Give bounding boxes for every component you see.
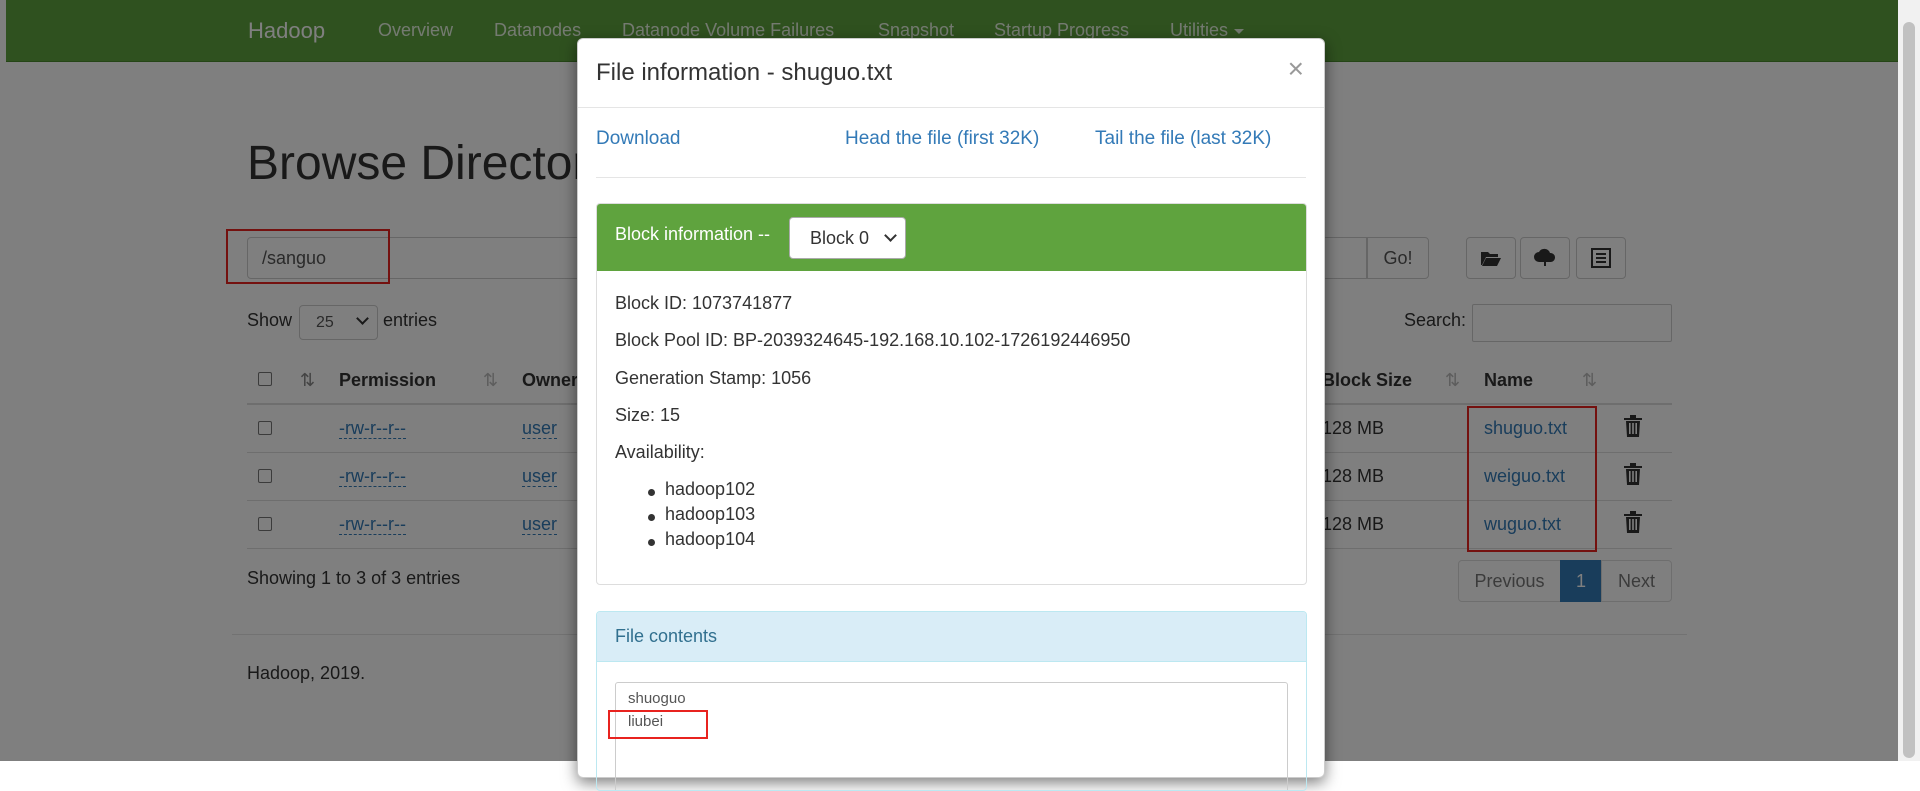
block-info-header: Block information -- Block 0: [597, 204, 1306, 271]
block-info-panel: Block information -- Block 0 Block ID: 1…: [596, 203, 1307, 585]
host-item: hadoop103: [665, 504, 756, 524]
file-info-modal: File information - shuguo.txt × Download…: [577, 38, 1325, 791]
modal-header-divider: [578, 107, 1324, 108]
block-info-label: Block information --: [615, 224, 771, 244]
bullet-icon: [648, 539, 655, 546]
head-file-link[interactable]: Head the file (first 32K): [845, 128, 1039, 150]
download-link[interactable]: Download: [596, 128, 681, 150]
annotation-box: [608, 710, 708, 739]
block-id: Block ID: 1073741877: [615, 293, 793, 313]
block-size-info: Size: 15: [615, 405, 681, 425]
scrollbar-thumb[interactable]: [1903, 22, 1915, 758]
block-select[interactable]: Block 0: [789, 217, 906, 259]
file-contents-label: File contents: [615, 626, 718, 646]
file-contents-textarea[interactable]: shuoguo liubei: [615, 682, 1288, 790]
file-contents-panel: File contents shuoguo liubei: [596, 611, 1307, 791]
links-divider: [596, 177, 1306, 178]
chevron-down-icon: [884, 229, 897, 242]
host-item: hadoop104: [665, 529, 756, 549]
host-item: hadoop102: [665, 479, 756, 499]
page-scrollbar[interactable]: [1898, 0, 1920, 761]
bullet-icon: [648, 489, 655, 496]
block-select-value: Block 0: [810, 228, 870, 248]
generation-stamp: Generation Stamp: 1056: [615, 368, 812, 388]
content-line: shuoguo: [628, 690, 686, 707]
tail-file-link[interactable]: Tail the file (last 32K): [1095, 128, 1271, 150]
modal-title: File information - shuguo.txt: [596, 59, 893, 86]
close-icon[interactable]: ×: [1288, 55, 1304, 83]
block-pool-id: Block Pool ID: BP-2039324645-192.168.10.…: [615, 330, 1131, 350]
file-contents-header: File contents: [597, 612, 1306, 662]
bullet-icon: [648, 514, 655, 521]
availability-label: Availability:: [615, 442, 705, 462]
